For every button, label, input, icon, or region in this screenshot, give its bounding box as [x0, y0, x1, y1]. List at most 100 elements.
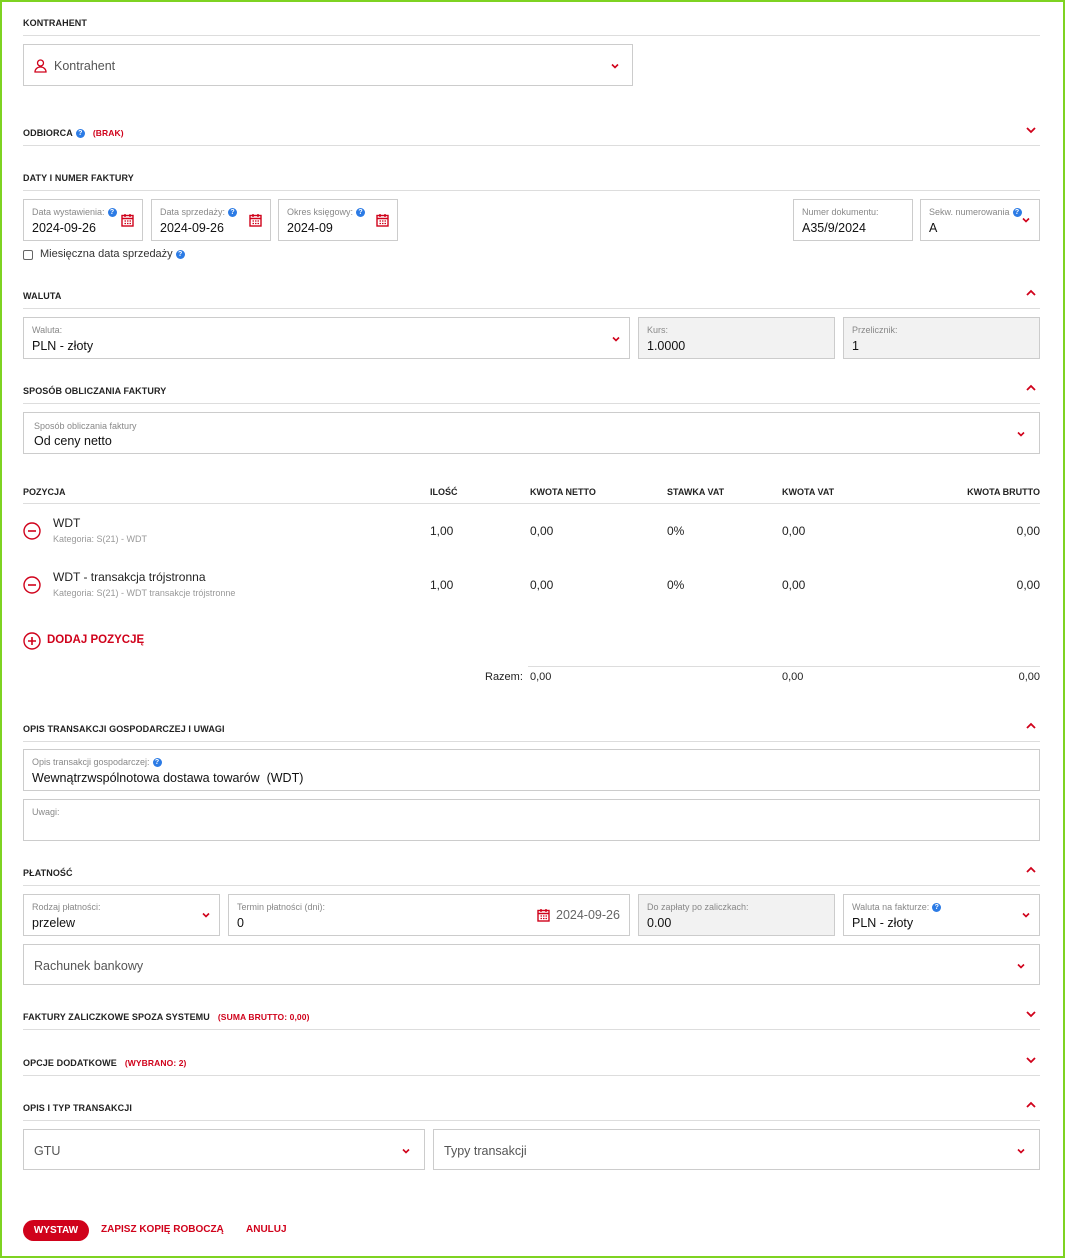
section-title: OPIS I TYP TRANSAKCJI	[23, 1103, 132, 1113]
document-number-field[interactable]: Numer dokumentu: A35/9/2024	[793, 199, 913, 241]
table-header-divider	[23, 503, 1040, 504]
issue-date-field[interactable]: Data wystawienia:? 2024-09-26	[23, 199, 143, 241]
item-category: Kategoria: S(21) - WDT transakcje trójst…	[53, 588, 236, 598]
transaction-types-placeholder: Typy transakcji	[444, 1144, 527, 1158]
transaction-description-field[interactable]: Opis transakcji gospodarczej:? Wewnątrzw…	[23, 749, 1040, 791]
item-vat: 0,00	[782, 578, 806, 592]
item-quantity[interactable]: 1,00	[430, 524, 453, 538]
section-platnosc[interactable]: PŁATNOŚĆ	[23, 866, 1040, 886]
chevron-down-icon	[611, 63, 619, 69]
col-header-quantity: ILOŚĆ	[430, 487, 458, 497]
payment-term-value: 0	[237, 916, 244, 930]
item-gross[interactable]: 0,00	[1017, 524, 1040, 538]
chevron-down-icon[interactable]	[1025, 124, 1037, 136]
chevron-down-icon[interactable]	[1025, 1054, 1037, 1066]
col-header-net: KWOTA NETTO	[530, 487, 596, 497]
section-waluta[interactable]: WALUTA	[23, 289, 1040, 309]
col-header-vat-rate: STAWKA VAT	[667, 487, 725, 497]
monthly-sale-date-checkbox[interactable]	[23, 250, 33, 260]
calendar-icon[interactable]	[376, 213, 389, 227]
chevron-up-icon[interactable]	[1025, 382, 1037, 394]
chevron-up-icon[interactable]	[1025, 720, 1037, 732]
zaliczkowe-status: (SUMA BRUTTO: 0,00)	[217, 1012, 310, 1022]
currency-select[interactable]: Waluta: PLN - złoty	[23, 317, 630, 359]
item-quantity[interactable]: 1,00	[430, 578, 453, 592]
chevron-down-icon	[402, 1148, 410, 1154]
section-title: ODBIORCA	[23, 128, 73, 138]
help-icon[interactable]: ?	[228, 208, 238, 217]
invoice-currency-value: PLN - złoty	[852, 916, 914, 930]
chevron-down-icon[interactable]	[1025, 1008, 1037, 1020]
sale-date-label: Data sprzedaży:	[160, 207, 226, 217]
section-kontrahent: KONTRAHENT	[23, 16, 1040, 36]
chevron-down-icon	[612, 336, 620, 342]
item-net[interactable]: 0,00	[530, 578, 553, 592]
invoice-currency-select[interactable]: Waluta na fakturze:? PLN - złoty	[843, 894, 1040, 936]
chevron-up-icon[interactable]	[1025, 864, 1037, 876]
numbering-sequence-label: Sekw. numerowania	[929, 207, 1010, 217]
payment-type-select[interactable]: Rodzaj płatności: przelew	[23, 894, 220, 936]
item-name[interactable]: WDT	[53, 516, 80, 530]
calendar-icon[interactable]	[537, 908, 550, 922]
col-header-vat: KWOTA VAT	[782, 487, 835, 497]
payment-term-field[interactable]: Termin płatności (dni): 0 2024-09-26	[228, 894, 630, 936]
chevron-down-icon	[1022, 217, 1030, 223]
chevron-up-icon[interactable]	[1025, 287, 1037, 299]
section-title: OPIS TRANSAKCJI GOSPODARCZEJ I UWAGI	[23, 724, 225, 734]
help-icon[interactable]: ?	[75, 129, 85, 138]
calendar-icon[interactable]	[121, 213, 134, 227]
issue-button[interactable]: WYSTAW	[23, 1220, 89, 1241]
numbering-sequence-select[interactable]: Sekw. numerowania? A	[920, 199, 1040, 241]
item-name[interactable]: WDT - transakcja trójstronna	[53, 570, 206, 584]
sale-date-field[interactable]: Data sprzedaży:? 2024-09-26	[151, 199, 271, 241]
calendar-icon[interactable]	[249, 213, 262, 227]
help-icon[interactable]: ?	[175, 250, 185, 259]
section-opis[interactable]: OPIS TRANSAKCJI GOSPODARCZEJ I UWAGI	[23, 722, 1040, 742]
remove-circle-icon[interactable]	[23, 576, 41, 594]
gtu-select[interactable]: GTU	[23, 1129, 425, 1170]
item-vat-rate[interactable]: 0%	[667, 578, 684, 592]
col-header-position: POZYCJA	[23, 487, 66, 497]
payment-type-label: Rodzaj płatności:	[32, 902, 101, 912]
add-circle-icon	[23, 632, 41, 650]
help-icon[interactable]: ?	[932, 903, 942, 912]
help-icon[interactable]: ?	[107, 208, 117, 217]
accounting-period-field[interactable]: Okres księgowy:? 2024-09	[278, 199, 398, 241]
notes-field[interactable]: Uwagi:	[23, 799, 1040, 841]
section-title: KONTRAHENT	[23, 18, 87, 28]
section-title: DATY I NUMER FAKTURY	[23, 173, 134, 183]
bank-account-select[interactable]: Rachunek bankowy	[23, 944, 1040, 985]
item-net[interactable]: 0,00	[530, 524, 553, 538]
add-position-label: DODAJ POZYCJĘ	[47, 634, 145, 646]
chevron-down-icon	[1017, 431, 1025, 437]
section-zaliczkowe[interactable]: FAKTURY ZALICZKOWE SPOZA SYSTEMU (SUMA BR…	[23, 1010, 1040, 1030]
transaction-types-select[interactable]: Typy transakcji	[433, 1129, 1040, 1170]
save-draft-button[interactable]: ZAPISZ KOPIĘ ROBOCZĄ	[101, 1224, 224, 1235]
calculation-method-value: Od ceny netto	[34, 434, 112, 448]
cancel-button[interactable]: ANULUJ	[246, 1224, 287, 1235]
help-icon[interactable]: ?	[356, 208, 366, 217]
section-typ[interactable]: OPIS I TYP TRANSAKCJI	[23, 1101, 1040, 1121]
document-number-label: Numer dokumentu:	[802, 207, 879, 217]
section-sposob[interactable]: SPOSÓB OBLICZANIA FAKTURY	[23, 384, 1040, 404]
exchange-rate-field: Kurs: 1.0000	[638, 317, 835, 359]
section-daty: DATY I NUMER FAKTURY	[23, 171, 1040, 191]
item-vat-rate[interactable]: 0%	[667, 524, 684, 538]
kontrahent-select[interactable]: Kontrahent	[23, 44, 633, 86]
col-header-gross: KWOTA BRUTTO	[967, 487, 1040, 497]
remove-circle-icon[interactable]	[23, 522, 41, 540]
accounting-period-label: Okres księgowy:	[287, 207, 354, 217]
totals-divider	[528, 666, 1040, 667]
section-odbiorca[interactable]: ODBIORCA? (BRAK)	[23, 126, 1040, 146]
section-title: FAKTURY ZALICZKOWE SPOZA SYSTEMU	[23, 1012, 210, 1022]
odbiorca-status: (BRAK)	[92, 128, 124, 138]
chevron-up-icon[interactable]	[1025, 1099, 1037, 1111]
section-opcje[interactable]: OPCJE DODATKOWE (WYBRANO: 2)	[23, 1056, 1040, 1076]
payment-type-value: przelew	[32, 916, 76, 930]
item-gross[interactable]: 0,00	[1017, 578, 1040, 592]
help-icon[interactable]: ?	[152, 758, 162, 767]
chevron-down-icon	[1022, 912, 1030, 918]
payment-term-label: Termin płatności (dni):	[237, 902, 326, 912]
gtu-placeholder: GTU	[34, 1144, 61, 1158]
calculation-method-select[interactable]: Sposób obliczania faktury Od ceny netto	[23, 412, 1040, 454]
